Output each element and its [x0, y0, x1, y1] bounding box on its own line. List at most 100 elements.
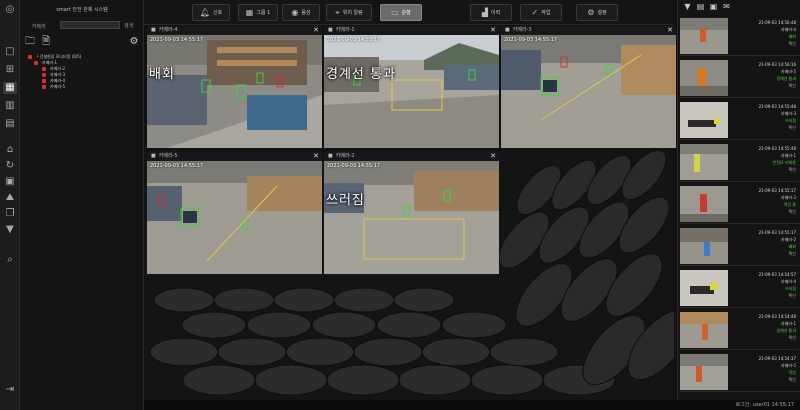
event-state: 확인 [788, 377, 796, 382]
toolbar-button-label: 음성 [301, 10, 311, 16]
tree-node-label: 카메라-2 [50, 66, 66, 71]
mail-icon[interactable]: ✉ [721, 2, 732, 12]
filter-icon[interactable]: ▼ [3, 224, 17, 236]
event-list-item[interactable]: 21-09-03 14:54:48 카메라-1 경계선 통과 확인 [680, 310, 799, 350]
document-icon[interactable]: ▤ [695, 2, 706, 12]
toolbar-button-history[interactable]: ▟ 이력 [470, 4, 512, 21]
monitor-icon: ▭ [391, 8, 399, 17]
toolbar-button-task[interactable]: ✓ 작업 [520, 4, 562, 21]
layout-3x3-icon[interactable]: ▦ [3, 82, 17, 94]
toolbar-button-patrol[interactable]: ▭ 순찰 [380, 4, 422, 21]
search-list-icon[interactable]: ⌕ [3, 254, 17, 266]
event-list-item[interactable]: 21-09-03 14:55:48 카메라-3 쓰러짐 확인 [680, 100, 799, 140]
tree-filter-input[interactable] [60, 21, 120, 29]
event-camera: 카메라-3 [780, 111, 796, 116]
toolbar-button-settings[interactable]: ⚙ 설정 [576, 4, 618, 21]
event-camera: 카메라-4 [780, 279, 796, 284]
toolbar-button-location[interactable]: ⌖ 위치 알림 [326, 4, 372, 21]
video-tile-header: ■ 카메라-5 [147, 152, 322, 161]
event-camera: 카메라-5 [780, 363, 796, 368]
video-feed[interactable]: 2021-09-03 14:55:17 쓰러짐 [324, 161, 499, 274]
close-icon[interactable]: ✕ [313, 26, 319, 35]
event-list-item[interactable]: 21-09-03 14:56:48 카메라-4 배회 확인 [680, 16, 799, 56]
event-list-panel: ▼ ▤ ▣ ✉ 21-09-03 14:56:48 카메라-4 배회 확인 21… [677, 0, 800, 410]
event-list-item[interactable]: 21-09-03 14:55:17 카메라-2 배회 확인 [680, 226, 799, 266]
folder-icon[interactable]: 🗀 [24, 36, 36, 48]
video-grid: ■ 카메라-4 ✕ 2021-09-03 14:55:17 배회 ■ 카메라-1… [144, 26, 676, 276]
close-icon[interactable]: ✕ [313, 152, 319, 161]
event-list-item[interactable]: 21-09-03 14:55:48 카메라-1 안전모 미착용 확인 [680, 142, 799, 182]
document-icon[interactable]: 🗎 [40, 36, 52, 48]
chart-icon: ▟ [481, 8, 488, 17]
video-tile-title: 카메라-2 [335, 153, 355, 159]
image-icon[interactable]: ▣ [708, 2, 719, 12]
refresh-icon[interactable]: ↻ [3, 160, 17, 172]
camera-icon: ■ [151, 153, 156, 159]
layout-custom-icon[interactable]: ▤ [3, 118, 17, 130]
event-thumbnail [680, 228, 728, 264]
event-list-item[interactable]: 21-09-03 14:56:16 카메라-5 경계선 통과 확인 [680, 58, 799, 98]
close-icon[interactable]: ✕ [490, 26, 496, 35]
toolbar-button-alarm[interactable]: 🔔︎ 신호 [192, 4, 230, 21]
tree-filter-label: 카메라 [32, 24, 46, 30]
video-frame [147, 161, 322, 274]
video-feed[interactable]: 2021-09-03 14:55:17 [147, 161, 322, 274]
toolbar-button-label: 그룹 1 [256, 10, 271, 16]
close-icon[interactable]: ✕ [490, 152, 496, 161]
video-tile[interactable]: ■ 카메라-4 ✕ 2021-09-03 14:55:17 배회 [147, 26, 322, 148]
event-time: 21-09-03 14:55:48 [758, 146, 796, 151]
map-icon[interactable]: ⛰ [3, 192, 17, 204]
event-type: 안전모 미착용 [772, 160, 796, 165]
event-state: 확인 [788, 251, 796, 256]
event-list-item[interactable]: 21-09-03 14:54:57 카메라-4 쓰러짐 확인 [680, 268, 799, 308]
event-time: 21-09-03 14:56:16 [758, 62, 796, 67]
camera-status-icon [28, 55, 32, 59]
event-camera: 카메라-5 [780, 69, 796, 74]
event-type: 작업 [788, 370, 796, 375]
event-time: 21-09-03 14:54:48 [758, 314, 796, 319]
tree-filter-button[interactable]: 검색 [124, 22, 133, 29]
event-time: 21-09-03 14:56:48 [758, 20, 796, 25]
close-icon[interactable]: ✕ [667, 26, 673, 35]
sound-icon: ◉ [291, 8, 299, 17]
event-camera: 카메라-1 [780, 153, 796, 158]
event-thumbnail [680, 312, 728, 348]
video-feed[interactable]: 2021-09-03 14:55:17 배회 [147, 35, 322, 148]
event-list-item[interactable]: 21-09-03 14:55:17 카메라-3 작업 중 확인 [680, 184, 799, 224]
event-time: 21-09-03 14:55:17 [758, 188, 796, 193]
layout-2x2-icon[interactable]: ⊞ [3, 64, 17, 76]
video-tile[interactable]: ■ 카메라-3 ✕ 2021-09-03 14:55:17 [501, 26, 676, 148]
event-thumbnail [680, 186, 728, 222]
video-timestamp: 2021-09-03 14:55:17 [150, 163, 204, 169]
tree-title: smart 안전 관제 시스템 [56, 7, 108, 13]
video-tile[interactable]: ■ 카메라-5 ✕ 2021-09-03 14:55:17 [147, 152, 322, 274]
toolbar-button-audio[interactable]: ◉ 음성 [282, 4, 320, 21]
video-tile[interactable]: ■ 카메라-2 ✕ 2021-09-03 14:55:17 쓰러짐 [324, 152, 499, 274]
video-feed[interactable]: 2021-09-03 14:55:17 [501, 35, 676, 148]
filter-icon[interactable]: ▼ [682, 2, 693, 12]
event-list-item[interactable]: 21-09-03 14:54:37 카메라-5 작업 확인 [680, 352, 799, 392]
video-timestamp: 2021-09-03 14:55:17 [150, 37, 204, 43]
event-state: 확인 [788, 167, 796, 172]
image-icon[interactable]: ▣ [3, 176, 17, 188]
layout-1x1-icon[interactable]: □ [3, 46, 17, 58]
camera-icon: ■ [151, 27, 156, 33]
logout-icon[interactable]: ⇥ [3, 384, 17, 396]
settings-icon[interactable]: ⚙ [128, 36, 140, 48]
tree-node-camera[interactable]: 카메라-5 [42, 84, 65, 90]
layers-icon[interactable]: ❐ [3, 208, 17, 220]
video-frame [324, 35, 499, 148]
layout-4x4-icon[interactable]: ▥ [3, 100, 17, 112]
video-feed[interactable]: 2021-09-03 14:55:17 경계선 통과 [324, 35, 499, 148]
camera-icon: ■ [328, 153, 333, 159]
event-camera: 카메라-4 [780, 27, 796, 32]
event-type: 배회 [788, 244, 796, 249]
bell-icon: 🔔︎ [199, 8, 210, 17]
camera-status-icon [42, 67, 46, 71]
home-icon[interactable]: ⌂ [3, 144, 17, 156]
event-state: 확인 [788, 209, 796, 214]
video-tile[interactable]: ■ 카메라-1 ✕ 2021-09-03 14:55:17 경계선 통과 [324, 26, 499, 148]
toolbar-button-group[interactable]: ▦ 그룹 1 [238, 4, 278, 21]
gear-icon: ⚙ [587, 8, 595, 17]
video-tile-title: 카메라-1 [335, 27, 355, 33]
